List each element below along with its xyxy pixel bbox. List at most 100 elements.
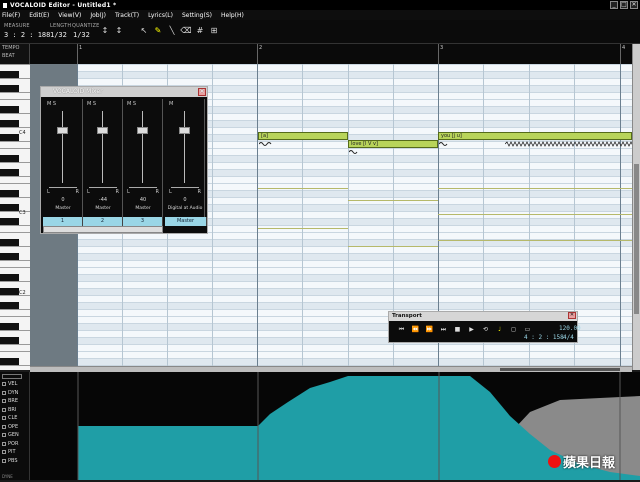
mixer-close-button[interactable]: ✕ [198,88,206,96]
maximize-button[interactable]: □ [620,1,628,9]
volume-fader[interactable] [137,127,148,134]
white-key[interactable] [0,127,30,128]
stop-icon[interactable]: ■ [453,325,462,334]
control-gen[interactable]: GEN [0,431,29,440]
forward-end-icon[interactable]: ⏭ [439,325,448,334]
output-dest[interactable]: Master [123,206,163,211]
black-key[interactable] [0,337,19,344]
white-key[interactable] [0,330,30,331]
black-key[interactable] [0,302,19,309]
pan-slider[interactable] [89,187,117,188]
checkbox-icon[interactable] [2,458,6,463]
control-vel[interactable]: VEL [0,380,29,389]
white-key[interactable] [0,183,30,184]
close-button[interactable]: ✕ [630,1,638,9]
menu-track[interactable]: Track(T) [115,12,139,19]
control-bre[interactable]: BRE [0,397,29,406]
measure-value[interactable]: 3 : 2 : 188 [4,31,50,39]
white-key[interactable] [0,344,30,345]
white-key[interactable] [0,148,30,149]
play-icon[interactable]: ▶ [467,325,476,334]
black-key[interactable] [0,71,19,78]
mute-button[interactable]: M [87,101,91,107]
control-cle[interactable]: CLE [0,414,29,423]
menu-view[interactable]: View(V) [58,12,81,19]
menu-edit[interactable]: Edit(E) [29,12,49,19]
vocaloid-mixer-window[interactable]: VOCALOID Mixer ✕ M S L R 0 Master M S L R … [40,86,208,234]
menu-help[interactable]: Help(H) [221,12,244,19]
white-key[interactable] [0,78,30,79]
output-dest[interactable]: Digital at Audio [165,206,205,211]
grid-tool-icon[interactable]: # [194,25,206,37]
black-key[interactable] [0,358,19,365]
mixer-scrollbar[interactable] [43,226,163,233]
scroll-thumb[interactable] [634,164,639,314]
checkbox-icon[interactable] [2,382,6,387]
output-dest[interactable]: Master [83,206,123,211]
volume-fader[interactable] [179,127,190,134]
menu-file[interactable]: File(F) [2,12,20,19]
white-key[interactable] [0,197,30,198]
note-love[interactable]: love [l V v] [348,140,438,148]
pan-slider[interactable] [129,187,157,188]
checkbox-icon[interactable] [2,441,6,446]
black-key[interactable] [0,218,19,225]
checkbox-icon[interactable] [2,416,6,421]
white-key[interactable] [0,316,30,317]
checkbox-icon[interactable] [2,424,6,429]
loop-icon[interactable]: ⟲ [481,325,490,334]
length-value[interactable]: 1/32 [50,31,67,39]
rewind-start-icon[interactable]: ⏮ [397,325,406,334]
note-you[interactable]: you [j u] [438,132,632,140]
checkbox-icon[interactable] [2,399,6,404]
white-key[interactable] [0,365,30,366]
rewind-icon[interactable]: ⏪ [411,325,420,334]
zoom-tool-icon[interactable]: ⊞ [208,25,220,37]
black-key[interactable] [0,204,19,211]
black-key[interactable] [0,323,19,330]
scroll-thumb[interactable] [500,368,620,371]
black-key[interactable] [0,253,19,260]
control-pit[interactable]: PIT [0,448,29,457]
measure-ruler[interactable]: 1 2 3 4 [30,44,632,64]
transport-title-bar[interactable]: Transport ✕ [389,312,577,321]
solo-button[interactable]: S [53,101,56,107]
white-key[interactable] [0,281,30,282]
black-key[interactable] [0,106,19,113]
control-bri[interactable]: BRI [0,406,29,415]
control-dyn[interactable]: DYN [0,389,29,398]
black-key[interactable] [0,274,19,281]
white-key[interactable] [0,260,30,261]
vertical-scrollbar[interactable] [632,44,640,370]
black-key[interactable] [0,85,19,92]
output-dest[interactable]: Master [43,206,83,211]
black-key[interactable] [0,134,19,141]
checkbox-icon[interactable] [2,390,6,395]
white-key[interactable] [0,162,30,163]
mute-button[interactable]: M [47,101,51,107]
black-key[interactable] [0,288,19,295]
metronome-icon[interactable]: ♩ [495,325,504,334]
control-por[interactable]: POR [0,440,29,449]
pan-slider[interactable] [171,187,199,188]
white-key[interactable] [0,225,30,226]
black-key[interactable] [0,155,19,162]
menu-job[interactable]: Job(J) [90,12,106,19]
menu-setting[interactable]: Setting(S) [182,12,212,19]
snap-quantize-icon[interactable]: ↕ [113,25,125,37]
piano-keyboard[interactable]: C4 C3 C2 [0,64,30,370]
white-key[interactable] [0,99,30,100]
control-ope[interactable]: OPE [0,423,29,432]
black-key[interactable] [0,190,19,197]
checkbox-icon[interactable] [2,450,6,455]
white-key[interactable] [0,176,30,177]
record-icon[interactable]: ◻ [509,325,518,334]
transport-window[interactable]: Transport ✕ ⏮ ⏪ ⏩ ⏭ ■ ▶ ⟲ ♩ ◻ ▭ 4 : 2 : … [388,311,581,343]
black-key[interactable] [0,169,19,176]
solo-button[interactable]: S [93,101,96,107]
sync-icon[interactable]: ▭ [523,325,532,334]
white-key[interactable] [0,246,30,247]
fast-forward-icon[interactable]: ⏩ [425,325,434,334]
white-key[interactable] [0,351,30,352]
mixer-title-bar[interactable]: VOCALOID Mixer ✕ [41,87,207,97]
